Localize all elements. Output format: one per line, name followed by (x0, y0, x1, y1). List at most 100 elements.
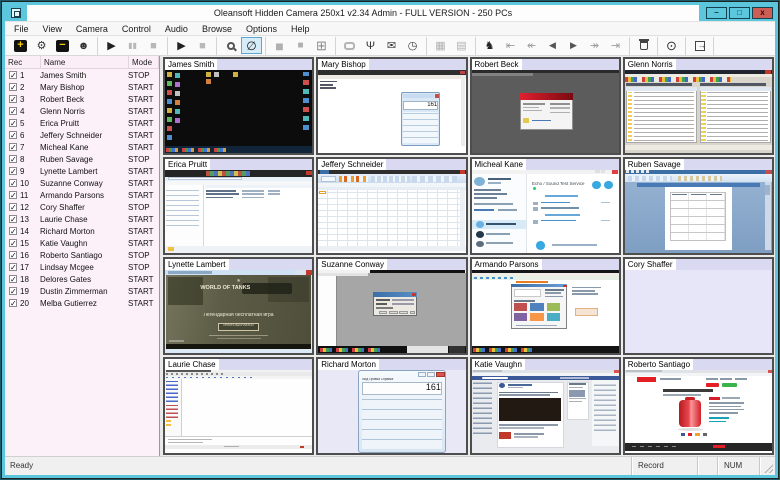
column-header-rec[interactable]: Rec (5, 56, 41, 68)
settings-button[interactable]: ⚙ (31, 37, 52, 54)
pc-cell-suzanne-conway[interactable]: Suzanne Conway (316, 257, 467, 355)
column-header-mode[interactable]: Mode (129, 56, 159, 68)
pc-cell-richard-morton[interactable]: Richard MortonВид Правка Справка161 (316, 357, 467, 455)
nav-first-button[interactable]: ⇤ (500, 37, 521, 54)
pause-monitoring-button[interactable]: ▮▮ (122, 37, 143, 54)
pc-row-delores-gates[interactable]: ✓18Delores GatesSTART (5, 273, 159, 285)
pc-cell-glenn-norris[interactable]: Glenn Norris (623, 57, 774, 155)
rec-checkbox[interactable]: ✓ (9, 263, 17, 271)
print-button[interactable]: ▤ (451, 37, 472, 54)
maximize-button[interactable]: □ (729, 7, 750, 19)
view-grid-button[interactable]: ⊞ (311, 37, 332, 54)
pc-row-roberto-santiago[interactable]: ✓16Roberto SantiagoSTOP (5, 249, 159, 261)
save-button[interactable]: ▦ (430, 37, 451, 54)
nav-next-button[interactable]: ▶ (563, 37, 584, 54)
pc-row-suzanne-conway[interactable]: ✓10Suzanne ConwaySTART (5, 177, 159, 189)
browse-mode-button[interactable]: ∅ (241, 37, 262, 54)
app-icon[interactable] (11, 8, 21, 18)
pc-cell-armando-parsons[interactable]: Armando Parsons (470, 257, 621, 355)
rec-checkbox[interactable]: ✓ (9, 167, 17, 175)
pc-row-micheal-kane[interactable]: ✓7Micheal KaneSTART (5, 141, 159, 153)
start-monitoring-button[interactable]: ▶ (101, 37, 122, 54)
pc-row-dustin-zimmerman[interactable]: ✓19Dustin ZimmermanSTART (5, 285, 159, 297)
close-button[interactable]: x (752, 7, 773, 19)
resize-grip[interactable] (759, 457, 775, 475)
stop-recording-button[interactable]: ■ (192, 37, 213, 54)
pc-row-erica-pruitt[interactable]: ✓5Erica PruittSTART (5, 117, 159, 129)
remove-pc-button[interactable]: − (52, 37, 73, 54)
rec-checkbox[interactable]: ✓ (9, 131, 17, 139)
rec-checkbox[interactable]: ✓ (9, 287, 17, 295)
pc-cell-laurie-chase[interactable]: Laurie Chase (163, 357, 314, 455)
nav-next-page-button[interactable]: ↠ (584, 37, 605, 54)
pc-cell-roberto-santiago[interactable]: Roberto Santiago (623, 357, 774, 455)
menu-item-help[interactable]: Help (284, 22, 317, 36)
rec-checkbox[interactable]: ✓ (9, 251, 17, 259)
menu-item-audio[interactable]: Audio (158, 22, 195, 36)
pc-cell-micheal-kane[interactable]: Micheal KaneEcho / Sound Test Service (470, 157, 621, 255)
pc-row-lindsay-mcgee[interactable]: ✓17Lindsay McgeeSTOP (5, 261, 159, 273)
pc-row-armando-parsons[interactable]: ✓11Armando ParsonsSTART (5, 189, 159, 201)
pc-cell-erica-pruitt[interactable]: Erica Pruitt (163, 157, 314, 255)
view-large-button[interactable]: ■ (269, 37, 290, 54)
pc-row-richard-morton[interactable]: ✓14Richard MortonSTART (5, 225, 159, 237)
menu-item-view[interactable]: View (36, 22, 69, 36)
rec-checkbox[interactable]: ✓ (9, 191, 17, 199)
schedule-button[interactable]: ◷ (402, 37, 423, 54)
pc-row-robert-beck[interactable]: ✓3Robert BeckSTART (5, 93, 159, 105)
nav-prev-page-button[interactable]: ↞ (521, 37, 542, 54)
rec-checkbox[interactable]: ✓ (9, 71, 17, 79)
microphone-button[interactable]: Ψ (360, 37, 381, 54)
email-button[interactable]: ✉ (381, 37, 402, 54)
rec-checkbox[interactable]: ✓ (9, 83, 17, 91)
nav-last-button[interactable]: ⇥ (605, 37, 626, 54)
pc-row-mary-bishop[interactable]: ✓2Mary BishopSTART (5, 81, 159, 93)
pc-cell-ruben-savage[interactable]: Ruben Savage (623, 157, 774, 255)
chat-button[interactable] (339, 37, 360, 54)
rec-checkbox[interactable]: ✓ (9, 275, 17, 283)
rec-checkbox[interactable]: ✓ (9, 119, 17, 127)
start-recording-button[interactable]: ▶ (171, 37, 192, 54)
column-header-name[interactable]: Name (41, 56, 129, 68)
pc-row-lynette-lambert[interactable]: ✓9Lynette LambertSTART (5, 165, 159, 177)
menu-item-browse[interactable]: Browse (195, 22, 239, 36)
pc-cell-james-smith[interactable]: James Smith (163, 57, 314, 155)
rec-checkbox[interactable]: ✓ (9, 95, 17, 103)
pc-row-glenn-norris[interactable]: ✓4Glenn NorrisSTART (5, 105, 159, 117)
zoom-button[interactable] (220, 37, 241, 54)
watchdog-button[interactable]: ♞ (479, 37, 500, 54)
pc-row-laurie-chase[interactable]: ✓13Laurie ChaseSTART (5, 213, 159, 225)
pc-row-jeffery-schneider[interactable]: ✓6Jeffery SchneiderSTART (5, 129, 159, 141)
pc-cell-katie-vaughn[interactable]: Katie Vaughn (470, 357, 621, 455)
rec-checkbox[interactable]: ✓ (9, 107, 17, 115)
rec-checkbox[interactable]: ✓ (9, 203, 17, 211)
delete-button[interactable] (633, 37, 654, 54)
users-button[interactable]: ☻ (73, 37, 94, 54)
add-pc-button[interactable]: + (10, 37, 31, 54)
pc-cell-jeffery-schneider[interactable]: Jeffery Schneider (316, 157, 467, 255)
pc-cell-lynette-lambert[interactable]: Lynette Lambert★WORLD OF TANKSЛегендарна… (163, 257, 314, 355)
pc-row-ruben-savage[interactable]: ✓8Ruben SavageSTOP (5, 153, 159, 165)
exit-button[interactable] (689, 37, 710, 54)
rec-checkbox[interactable]: ✓ (9, 299, 17, 307)
menu-item-camera[interactable]: Camera (69, 22, 115, 36)
view-single-button[interactable]: ■ (290, 37, 311, 54)
nav-prev-button[interactable]: ◀ (542, 37, 563, 54)
minimize-button[interactable]: – (706, 7, 727, 19)
rec-checkbox[interactable]: ✓ (9, 143, 17, 151)
pc-cell-robert-beck[interactable]: Robert Beck (470, 57, 621, 155)
rec-checkbox[interactable]: ✓ (9, 155, 17, 163)
rec-checkbox[interactable]: ✓ (9, 227, 17, 235)
menu-item-file[interactable]: File (7, 22, 36, 36)
view-hidden-button[interactable]: ⊙ (661, 37, 682, 54)
pc-cell-mary-bishop[interactable]: Mary Bishop161 (316, 57, 467, 155)
pc-row-james-smith[interactable]: ✓1James SmithSTOP (5, 69, 159, 81)
rec-checkbox[interactable]: ✓ (9, 179, 17, 187)
pc-row-melba-gutierrez[interactable]: ✓20Melba GutierrezSTART (5, 297, 159, 309)
rec-checkbox[interactable]: ✓ (9, 215, 17, 223)
pc-cell-cory-shaffer[interactable]: Cory Shaffer (623, 257, 774, 355)
pc-row-katie-vaughn[interactable]: ✓15Katie VaughnSTART (5, 237, 159, 249)
stop-monitoring-button[interactable]: ■ (143, 37, 164, 54)
pc-row-cory-shaffer[interactable]: ✓12Cory ShafferSTOP (5, 201, 159, 213)
menu-item-options[interactable]: Options (239, 22, 284, 36)
